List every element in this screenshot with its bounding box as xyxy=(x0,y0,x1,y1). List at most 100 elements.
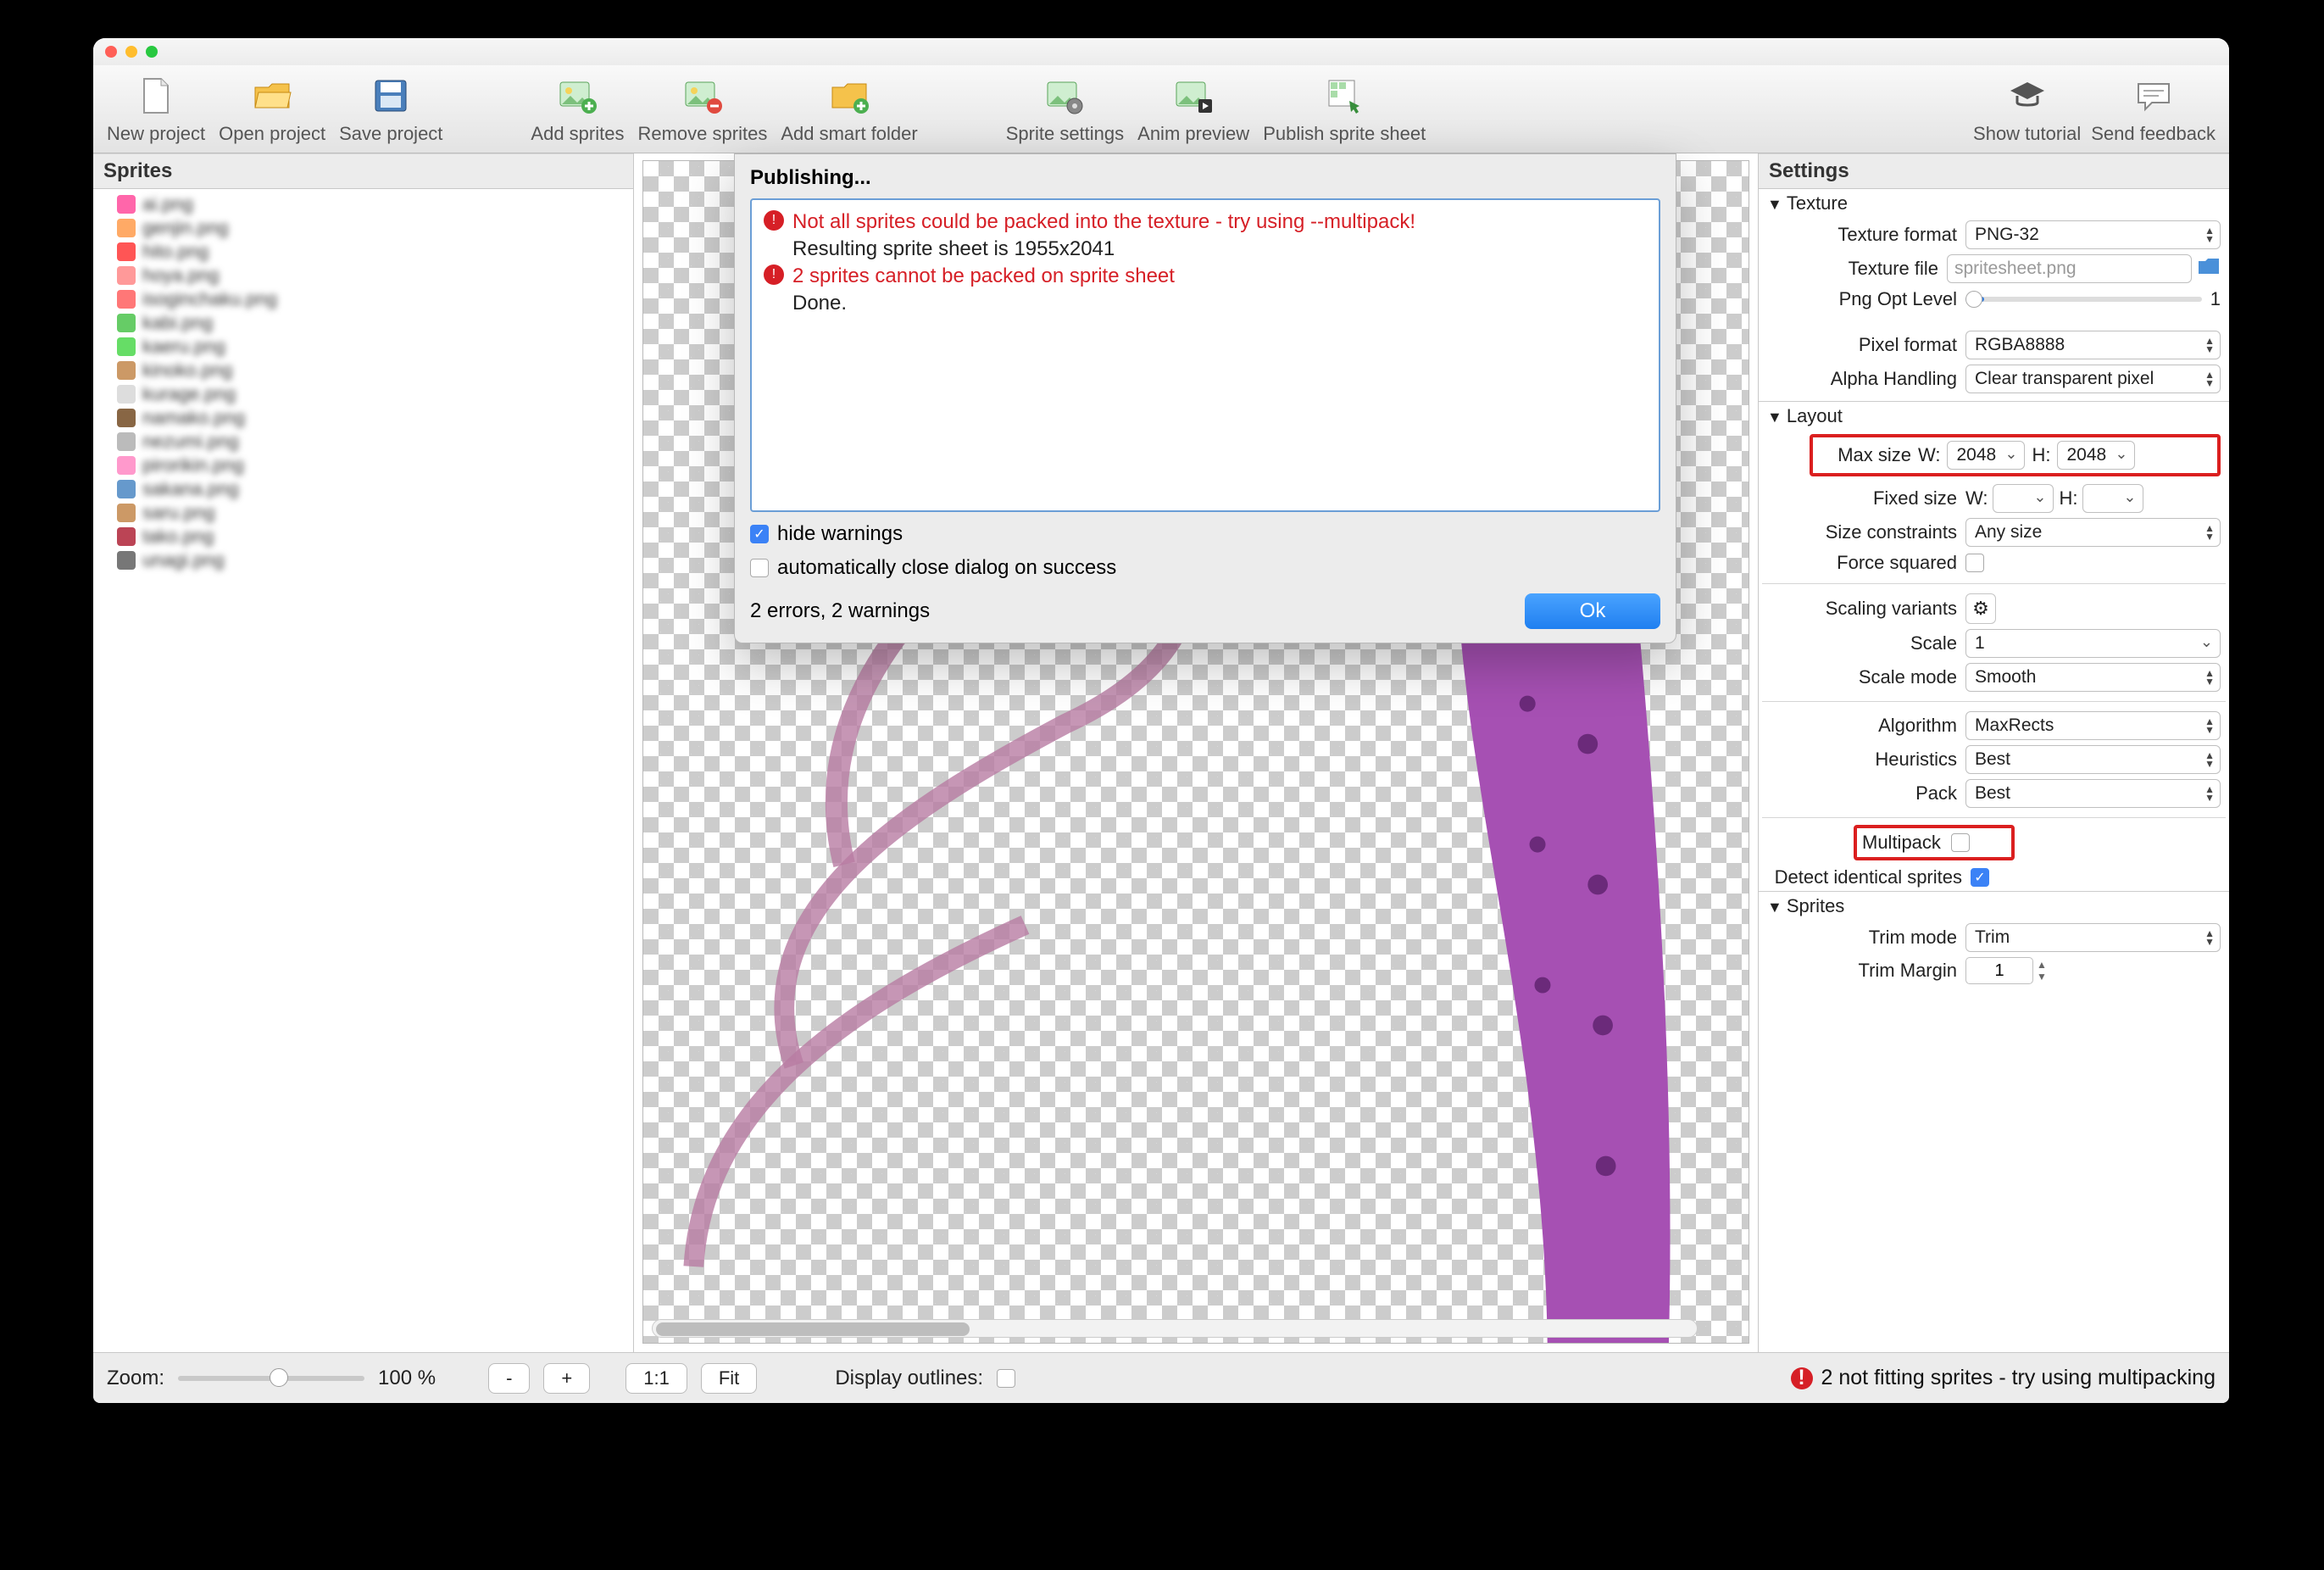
sprite-thumbnail-icon xyxy=(117,361,136,380)
list-item[interactable]: kinoko.png xyxy=(117,359,633,382)
new-project-button[interactable]: New project xyxy=(102,72,210,145)
list-item[interactable]: sakana.png xyxy=(117,477,633,501)
publish-button[interactable]: Publish sprite sheet xyxy=(1258,72,1431,145)
add-sprites-button[interactable]: Add sprites xyxy=(525,72,629,145)
list-item[interactable]: kabi.png xyxy=(117,311,633,335)
heuristics-label: Heuristics xyxy=(1762,749,1965,771)
zoom-icon[interactable] xyxy=(146,46,158,58)
sprites-section-header[interactable]: Sprites xyxy=(1759,891,2229,921)
texture-file-label: Texture file xyxy=(1762,258,1947,280)
size-constraints-label: Size constraints xyxy=(1762,521,1965,543)
file-name: saru.png xyxy=(142,502,215,524)
heuristics-select[interactable]: Best▲▼ xyxy=(1965,745,2221,774)
detect-identical-checkbox[interactable]: ✓ xyxy=(1971,868,1989,887)
zoom-value: 100 % xyxy=(378,1367,436,1390)
open-project-label: Open project xyxy=(219,123,325,145)
list-item[interactable]: genjin.png xyxy=(117,216,633,240)
sprite-thumbnail-icon xyxy=(117,314,136,332)
zoom-slider[interactable] xyxy=(178,1376,364,1381)
file-name: kurage.png xyxy=(142,383,236,405)
stepper-up-icon[interactable]: ▲ xyxy=(2037,959,2047,971)
minimize-icon[interactable] xyxy=(125,46,137,58)
texture-format-label: Texture format xyxy=(1762,224,1965,246)
file-name: isoginchaku.png xyxy=(142,288,277,310)
list-item[interactable]: kurage.png xyxy=(117,382,633,406)
texture-section-header[interactable]: Texture xyxy=(1759,189,2229,218)
fixed-width-select[interactable] xyxy=(1993,484,2054,513)
anim-preview-button[interactable]: Anim preview xyxy=(1132,72,1254,145)
list-item[interactable]: tako.png xyxy=(117,525,633,548)
sprite-thumbnail-icon xyxy=(117,242,136,261)
zoom-in-button[interactable]: + xyxy=(543,1363,590,1394)
close-icon[interactable] xyxy=(105,46,117,58)
stepper-down-icon[interactable]: ▼ xyxy=(2037,971,2047,983)
folder-open-icon xyxy=(252,75,292,116)
pack-select[interactable]: Best▲▼ xyxy=(1965,779,2221,808)
png-opt-slider[interactable] xyxy=(1965,297,2202,302)
add-smart-folder-button[interactable]: Add smart folder xyxy=(776,72,922,145)
trim-margin-input[interactable] xyxy=(1965,957,2033,984)
pixel-format-label: Pixel format xyxy=(1762,334,1965,356)
trim-margin-label: Trim Margin xyxy=(1762,960,1965,982)
list-item[interactable]: pirorikin.png xyxy=(117,454,633,477)
folder-plus-icon xyxy=(829,75,870,116)
layout-section-header[interactable]: Layout xyxy=(1759,401,2229,431)
scaling-variants-button[interactable]: ⚙ xyxy=(1965,593,1996,624)
save-project-button[interactable]: Save project xyxy=(334,72,448,145)
error-icon: ! xyxy=(764,210,784,231)
scale-mode-select[interactable]: Smooth▲▼ xyxy=(1965,663,2221,692)
fixed-height-select[interactable] xyxy=(2082,484,2143,513)
list-item[interactable]: hoya.png xyxy=(117,264,633,287)
log-line: !Not all sprites could be packed into th… xyxy=(764,209,1647,236)
alpha-handling-select[interactable]: Clear transparent pixel▲▼ xyxy=(1965,365,2221,393)
size-constraints-select[interactable]: Any size▲▼ xyxy=(1965,518,2221,547)
pixel-format-select[interactable]: RGBA8888▲▼ xyxy=(1965,331,2221,359)
list-item[interactable]: namako.png xyxy=(117,406,633,430)
show-tutorial-button[interactable]: Show tutorial xyxy=(1968,72,2086,145)
send-feedback-button[interactable]: Send feedback xyxy=(2086,72,2221,145)
max-width-select[interactable]: 2048 xyxy=(1947,441,2025,470)
horizontal-scrollbar[interactable] xyxy=(652,1319,1698,1338)
file-name: nezumi.png xyxy=(142,431,239,453)
log-text: Done. xyxy=(792,292,847,315)
texture-format-select[interactable]: PNG-32▲▼ xyxy=(1965,220,2221,249)
list-item[interactable]: saru.png xyxy=(117,501,633,525)
browse-folder-icon[interactable] xyxy=(2197,256,2221,281)
titlebar xyxy=(93,38,2229,65)
zoom-fit-button[interactable]: Fit xyxy=(701,1363,757,1394)
hide-warnings-checkbox[interactable]: ✓ xyxy=(750,525,769,543)
file-name: ai.png xyxy=(142,193,193,215)
display-outlines-checkbox[interactable] xyxy=(997,1369,1015,1388)
force-squared-checkbox[interactable] xyxy=(1965,554,1984,572)
list-item[interactable]: nezumi.png xyxy=(117,430,633,454)
scaling-variants-label: Scaling variants xyxy=(1762,598,1965,620)
list-item[interactable]: hito.png xyxy=(117,240,633,264)
send-feedback-label: Send feedback xyxy=(2091,123,2216,145)
log-text: 2 sprites cannot be packed on sprite she… xyxy=(792,264,1175,288)
sprite-thumbnail-icon xyxy=(117,551,136,570)
error-icon: ! xyxy=(764,264,784,285)
zoom-1to1-button[interactable]: 1:1 xyxy=(625,1363,687,1394)
auto-close-checkbox[interactable] xyxy=(750,559,769,577)
png-opt-label: Png Opt Level xyxy=(1762,288,1965,310)
zoom-out-button[interactable]: - xyxy=(488,1363,530,1394)
list-item[interactable]: unagi.png xyxy=(117,548,633,572)
list-item[interactable]: isoginchaku.png xyxy=(117,287,633,311)
texture-file-input[interactable] xyxy=(1947,254,2192,283)
algorithm-select[interactable]: MaxRects▲▼ xyxy=(1965,711,2221,740)
pack-label: Pack xyxy=(1762,782,1965,804)
remove-sprites-button[interactable]: Remove sprites xyxy=(632,72,772,145)
trim-mode-select[interactable]: Trim▲▼ xyxy=(1965,923,2221,952)
ok-button[interactable]: Ok xyxy=(1525,593,1660,629)
open-project-button[interactable]: Open project xyxy=(214,72,331,145)
scale-select[interactable]: 1 xyxy=(1965,629,2221,658)
error-icon: ! xyxy=(1791,1367,1813,1389)
list-item[interactable]: kaeru.png xyxy=(117,335,633,359)
sprite-thumbnail-icon xyxy=(117,504,136,522)
list-item[interactable]: ai.png xyxy=(117,192,633,216)
max-height-select[interactable]: 2048 xyxy=(2057,441,2135,470)
sprite-settings-button[interactable]: Sprite settings xyxy=(1001,72,1129,145)
multipack-checkbox[interactable] xyxy=(1951,833,1970,852)
sprite-file-list[interactable]: ai.pnggenjin.pnghito.pnghoya.pngisoginch… xyxy=(93,189,633,1352)
file-name: kabi.png xyxy=(142,312,213,334)
